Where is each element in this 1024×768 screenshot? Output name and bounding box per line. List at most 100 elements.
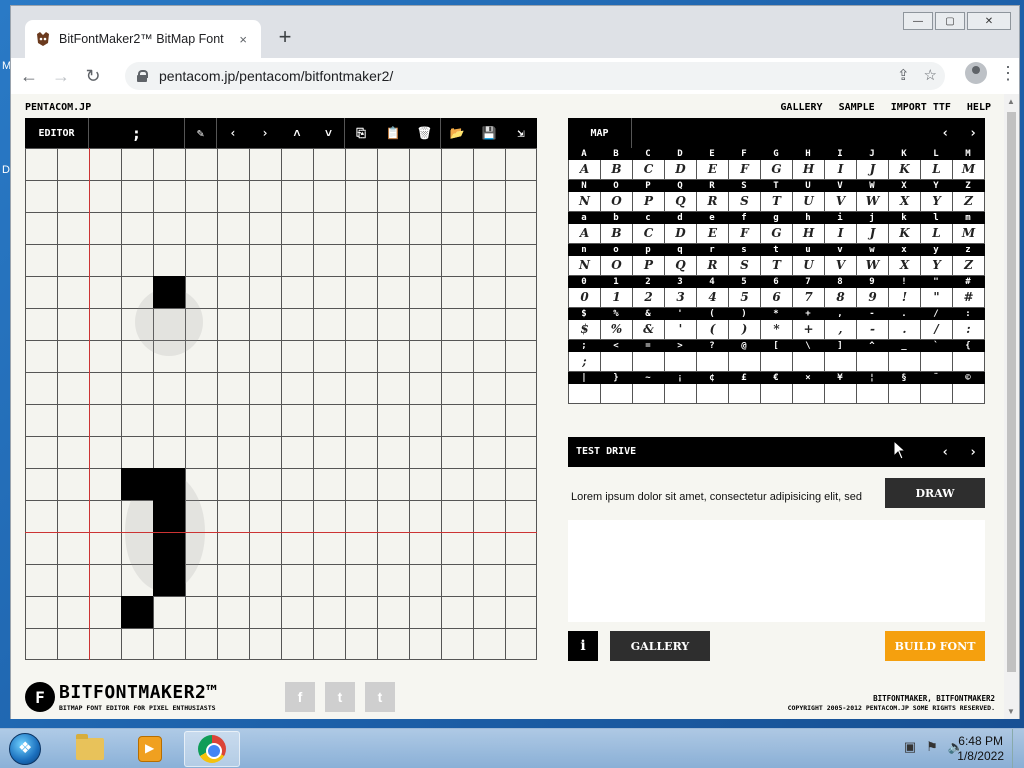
test-drive-input[interactable]: Lorem ipsum dolor sit amet, consectetur … <box>571 491 862 503</box>
map-glyph-cell[interactable]: V <box>825 256 857 276</box>
map-glyph-cell[interactable]: % <box>601 320 633 340</box>
map-glyph-cell[interactable]: E <box>697 224 729 244</box>
map-glyph-cell[interactable] <box>793 384 825 404</box>
pixel[interactable] <box>121 468 153 500</box>
map-glyph-cell[interactable] <box>697 384 729 404</box>
build-font-button[interactable]: BUILD FONT <box>885 631 985 661</box>
map-glyph-cell[interactable] <box>953 384 985 404</box>
map-glyph-cell[interactable] <box>921 352 953 372</box>
map-glyph-cell[interactable]: Q <box>665 192 697 212</box>
map-glyph-cell[interactable]: E <box>697 160 729 180</box>
map-glyph-cell[interactable]: J <box>857 224 889 244</box>
map-glyph-cell[interactable] <box>857 352 889 372</box>
map-glyph-cell[interactable]: . <box>889 320 921 340</box>
map-glyph-cell[interactable]: / <box>921 320 953 340</box>
map-glyph-cell[interactable]: P <box>633 256 665 276</box>
map-glyph-cell[interactable]: G <box>761 160 793 180</box>
map-glyph-cell[interactable]: Z <box>953 256 985 276</box>
map-glyph-cell[interactable]: M <box>953 224 985 244</box>
map-glyph-cell[interactable]: T <box>761 192 793 212</box>
map-glyph-cell[interactable]: ( <box>697 320 729 340</box>
bitfontmaker-logo[interactable]: F BITFONTMAKER2™ BITMAP FONT EDITOR FOR … <box>25 682 218 712</box>
network-icon[interactable]: ▣ <box>904 739 916 755</box>
map-glyph-cell[interactable] <box>857 384 889 404</box>
map-next-icon[interactable]: › <box>969 126 977 141</box>
map-glyph-cell[interactable]: B <box>601 160 633 180</box>
map-glyph-cell[interactable]: H <box>793 160 825 180</box>
map-glyph-cell[interactable]: N <box>569 256 601 276</box>
map-glyph-cell[interactable]: A <box>569 160 601 180</box>
nav-gallery[interactable]: GALLERY <box>780 102 822 113</box>
map-glyph-cell[interactable] <box>793 352 825 372</box>
map-glyph-cell[interactable]: C <box>633 160 665 180</box>
map-glyph-cell[interactable]: P <box>633 192 665 212</box>
map-glyph-cell[interactable] <box>889 352 921 372</box>
map-glyph-cell[interactable] <box>825 352 857 372</box>
maximize-button[interactable]: ▢ <box>935 12 965 30</box>
map-glyph-cell[interactable]: W <box>857 256 889 276</box>
map-glyph-cell[interactable]: X <box>889 192 921 212</box>
map-glyph-cell[interactable]: * <box>761 320 793 340</box>
scroll-down-icon[interactable]: ▼ <box>1007 707 1015 716</box>
map-glyph-cell[interactable]: D <box>665 160 697 180</box>
copy-icon[interactable]: ⎘ <box>345 118 377 148</box>
map-glyph-cell[interactable]: G <box>761 224 793 244</box>
info-button[interactable]: i <box>568 631 598 661</box>
map-glyph-cell[interactable]: L <box>921 224 953 244</box>
map-glyph-cell[interactable] <box>601 352 633 372</box>
scroll-thumb[interactable] <box>1007 112 1016 672</box>
map-glyph-cell[interactable]: O <box>601 256 633 276</box>
new-tab-button[interactable]: + <box>275 26 295 48</box>
scroll-up-icon[interactable]: ▲ <box>1007 97 1015 106</box>
map-glyph-cell[interactable]: Z <box>953 192 985 212</box>
map-glyph-cell[interactable]: ' <box>665 320 697 340</box>
map-glyph-cell[interactable]: I <box>825 224 857 244</box>
map-glyph-cell[interactable] <box>569 384 601 404</box>
map-glyph-cell[interactable]: S <box>729 256 761 276</box>
map-glyph-cell[interactable]: ) <box>729 320 761 340</box>
pixel[interactable] <box>153 500 185 532</box>
map-glyph-cell[interactable]: X <box>889 256 921 276</box>
map-glyph-cell[interactable] <box>665 384 697 404</box>
map-glyph-cell[interactable]: B <box>601 224 633 244</box>
browser-tab[interactable]: BitFontMaker2™ BitMap Font Edi × <box>25 20 261 58</box>
map-glyph-cell[interactable]: Q <box>665 256 697 276</box>
profile-avatar[interactable] <box>965 62 987 84</box>
map-glyph-cell[interactable]: S <box>729 192 761 212</box>
media-player-taskbar-button[interactable] <box>122 731 178 767</box>
map-glyph-cell[interactable]: : <box>953 320 985 340</box>
open-icon[interactable]: 📂 <box>441 118 473 148</box>
page-scrollbar[interactable]: ▲ ▼ <box>1004 94 1019 719</box>
next-char-icon[interactable]: › <box>249 118 281 148</box>
map-glyph-cell[interactable] <box>825 384 857 404</box>
map-glyph-cell[interactable] <box>697 352 729 372</box>
map-glyph-cell[interactable]: ; <box>569 352 601 372</box>
wand-icon[interactable]: ✎ <box>185 118 217 148</box>
map-glyph-cell[interactable]: N <box>569 192 601 212</box>
twitter-icon[interactable]: t <box>325 682 355 712</box>
map-glyph-cell[interactable] <box>761 352 793 372</box>
paste-icon[interactable]: 📋 <box>377 118 409 148</box>
map-glyph-cell[interactable] <box>953 352 985 372</box>
map-glyph-cell[interactable]: 0 <box>569 288 601 308</box>
map-glyph-cell[interactable]: + <box>793 320 825 340</box>
bookmark-star-icon[interactable]: ☆ <box>924 66 937 84</box>
show-desktop-button[interactable] <box>1012 729 1024 768</box>
prev-char-icon[interactable]: ‹ <box>217 118 249 148</box>
map-glyph-cell[interactable]: K <box>889 160 921 180</box>
map-glyph-cell[interactable]: 8 <box>825 288 857 308</box>
browser-menu-icon[interactable]: ⋮ <box>999 63 1017 84</box>
site-brand-link[interactable]: PENTACOM.JP <box>25 102 91 113</box>
map-glyph-cell[interactable] <box>729 352 761 372</box>
map-glyph-cell[interactable]: R <box>697 192 729 212</box>
nav-sample[interactable]: SAMPLE <box>839 102 875 113</box>
pixel[interactable] <box>153 468 185 500</box>
forward-button[interactable]: → <box>47 62 75 90</box>
map-glyph-cell[interactable]: 6 <box>761 288 793 308</box>
chrome-taskbar-button[interactable] <box>184 731 240 767</box>
close-window-button[interactable]: ✕ <box>967 12 1011 30</box>
map-glyph-cell[interactable]: Y <box>921 192 953 212</box>
pixel[interactable] <box>121 596 153 628</box>
facebook-icon[interactable]: f <box>285 682 315 712</box>
map-glyph-cell[interactable]: & <box>633 320 665 340</box>
